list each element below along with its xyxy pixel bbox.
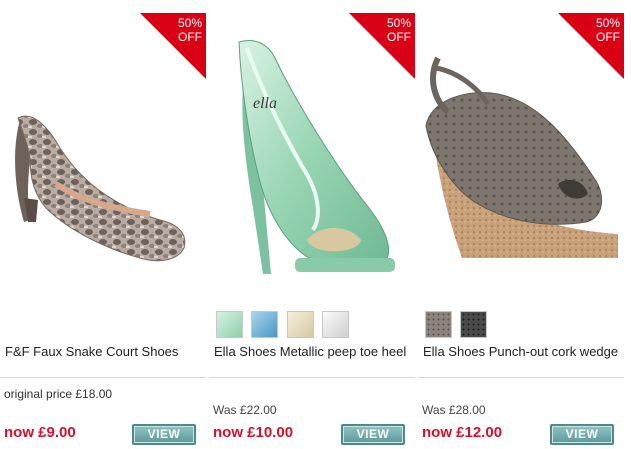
view-button[interactable]: VIEW (550, 424, 614, 445)
swatch-grey[interactable] (425, 311, 452, 338)
badge-text: 50% OFF (595, 16, 620, 44)
discount-badge: 50% OFF (140, 13, 206, 79)
now-price: now £10.00 (213, 424, 294, 441)
divider (0, 377, 206, 378)
was-price: Was £22.00 (213, 403, 277, 417)
badge-text: 50% OFF (386, 16, 411, 44)
swatch-mint[interactable] (216, 311, 243, 338)
brand-logo-icon: ella (253, 95, 277, 112)
product-card: ella 50% OFF Ella Shoes Metallic peep to… (209, 0, 415, 449)
swatch-silver[interactable] (322, 311, 350, 338)
color-swatches (216, 311, 353, 339)
original-price: original price £18.00 (4, 387, 113, 401)
now-price: now £12.00 (422, 424, 503, 441)
divider (209, 377, 415, 378)
view-button[interactable]: VIEW (132, 424, 196, 445)
discount-badge: 50% OFF (558, 13, 624, 79)
badge-text: 50% OFF (177, 16, 202, 44)
swatch-gold[interactable] (286, 311, 314, 338)
now-price: now £9.00 (4, 424, 76, 441)
product-title[interactable]: Ella Shoes Metallic peep toe heel (214, 343, 414, 361)
product-title[interactable]: Ella Shoes Punch-out cork wedge (423, 343, 623, 361)
discount-badge: 50% OFF (349, 13, 415, 79)
product-title[interactable]: F&F Faux Snake Court Shoes (5, 343, 205, 361)
divider (418, 377, 624, 378)
swatch-black[interactable] (460, 311, 488, 338)
view-button[interactable]: VIEW (341, 424, 405, 445)
color-swatches (425, 311, 491, 339)
swatch-blue[interactable] (251, 311, 279, 338)
product-card: 50% OFF F&F Faux Snake Court Shoes origi… (0, 0, 206, 449)
product-card: 50% OFF Ella Shoes Punch-out cork wedge … (418, 0, 624, 449)
was-price: Was £28.00 (422, 403, 486, 417)
